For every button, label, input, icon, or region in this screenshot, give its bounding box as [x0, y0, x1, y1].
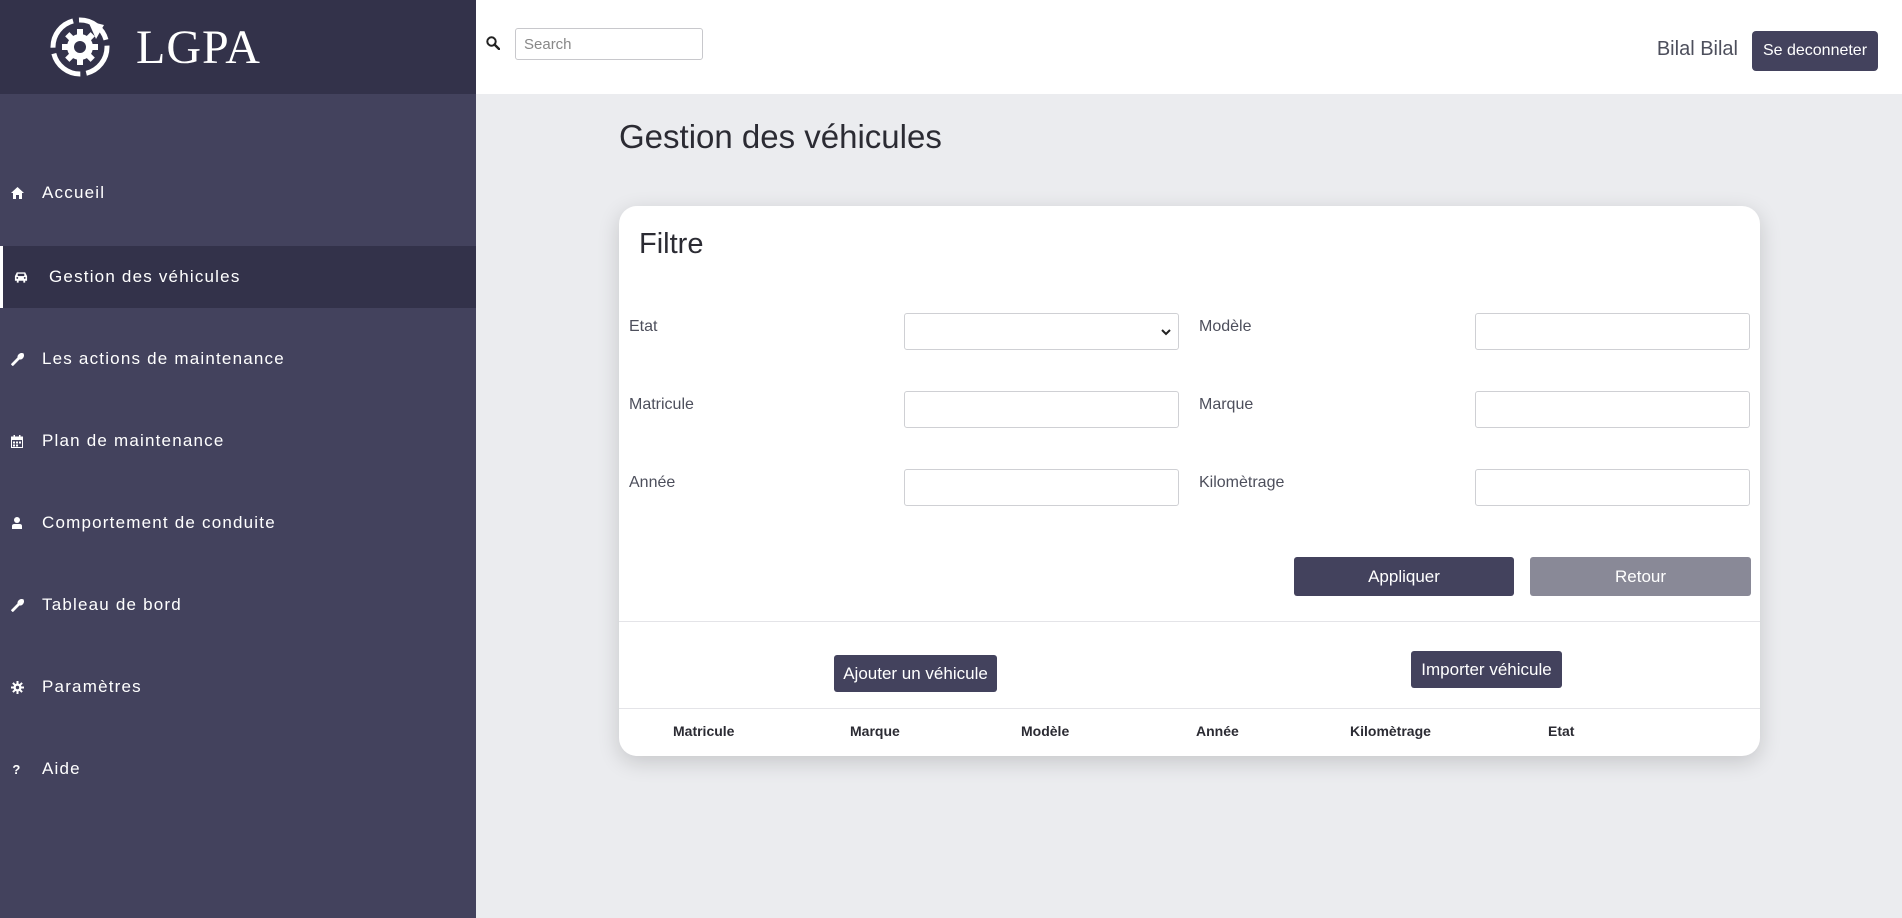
- import-vehicle-button[interactable]: Importer véhicule: [1411, 651, 1562, 688]
- modele-label: Modèle: [1199, 318, 1252, 335]
- etat-select[interactable]: [904, 313, 1179, 350]
- sidebar: LGPA Accueil Gestion des véhicules Les a…: [0, 0, 476, 918]
- modele-input[interactable]: [1475, 313, 1750, 350]
- apply-button[interactable]: Appliquer: [1294, 557, 1514, 596]
- calendar-icon: [10, 434, 24, 448]
- annee-label: Année: [629, 474, 676, 491]
- gear-icon: [10, 680, 24, 694]
- divider: [619, 708, 1760, 709]
- sidebar-item-actions-maintenance[interactable]: Les actions de maintenance: [0, 328, 476, 390]
- column-header-modele[interactable]: Modèle: [1021, 723, 1069, 739]
- sidebar-item-label: Tableau de bord: [42, 595, 182, 614]
- user-icon: [10, 516, 24, 530]
- sidebar-item-label: Accueil: [42, 183, 106, 202]
- annee-input[interactable]: [904, 469, 1179, 506]
- sidebar-item-accueil[interactable]: Accueil: [0, 162, 476, 224]
- etat-label: Etat: [629, 318, 658, 335]
- sidebar-item-gestion-vehicules[interactable]: Gestion des véhicules: [0, 246, 476, 308]
- marque-input[interactable]: [1475, 391, 1750, 428]
- filter-title: Filtre: [639, 228, 704, 260]
- logout-button[interactable]: Se deconneter: [1752, 31, 1878, 71]
- column-header-marque[interactable]: Marque: [850, 723, 900, 739]
- search-input[interactable]: [515, 28, 703, 60]
- wrench-icon: [10, 598, 24, 612]
- kilometrage-label: Kilomètrage: [1199, 474, 1285, 491]
- sidebar-item-tableau-de-bord[interactable]: Tableau de bord: [0, 574, 476, 636]
- column-header-matricule[interactable]: Matricule: [673, 723, 734, 739]
- matricule-input[interactable]: [904, 391, 1179, 428]
- sidebar-item-plan-maintenance[interactable]: Plan de maintenance: [0, 410, 476, 472]
- sidebar-item-label: Paramètres: [42, 677, 142, 696]
- add-vehicle-button[interactable]: Ajouter un véhicule: [834, 655, 997, 692]
- matricule-label: Matricule: [629, 396, 694, 413]
- marque-label: Marque: [1199, 396, 1254, 413]
- kilometrage-input[interactable]: [1475, 469, 1750, 506]
- car-icon: [14, 270, 28, 284]
- brand-name: LGPA: [136, 20, 261, 74]
- search-icon[interactable]: [486, 36, 500, 50]
- filter-card: Filtre Etat Modèle Matricule Marque Anné…: [619, 206, 1760, 756]
- chevron-down-icon: [1161, 329, 1171, 336]
- brand[interactable]: LGPA: [0, 0, 476, 94]
- back-button[interactable]: Retour: [1530, 557, 1751, 596]
- user-name: Bilal Bilal: [1656, 38, 1738, 60]
- sidebar-item-label: Aide: [42, 759, 81, 778]
- column-header-annee[interactable]: Année: [1196, 723, 1239, 739]
- sidebar-item-parametres[interactable]: Paramètres: [0, 656, 476, 718]
- column-header-kilometrage[interactable]: Kilomètrage: [1350, 723, 1431, 739]
- column-header-etat[interactable]: Etat: [1548, 723, 1574, 739]
- gear-logo-icon: [50, 17, 110, 77]
- sidebar-item-comportement-conduite[interactable]: Comportement de conduite: [0, 492, 476, 554]
- page-title: Gestion des véhicules: [619, 118, 942, 155]
- sidebar-item-label: Comportement de conduite: [42, 513, 276, 532]
- home-icon: [10, 186, 24, 200]
- wrench-icon: [10, 352, 24, 366]
- sidebar-item-label: Les actions de maintenance: [42, 349, 285, 368]
- topbar: Bilal Bilal Se deconneter: [476, 0, 1902, 94]
- sidebar-item-label: Plan de maintenance: [42, 431, 225, 450]
- divider: [619, 621, 1760, 622]
- sidebar-item-aide[interactable]: ? Aide: [0, 738, 476, 800]
- question-icon: ?: [12, 761, 22, 777]
- sidebar-item-label: Gestion des véhicules: [49, 267, 241, 286]
